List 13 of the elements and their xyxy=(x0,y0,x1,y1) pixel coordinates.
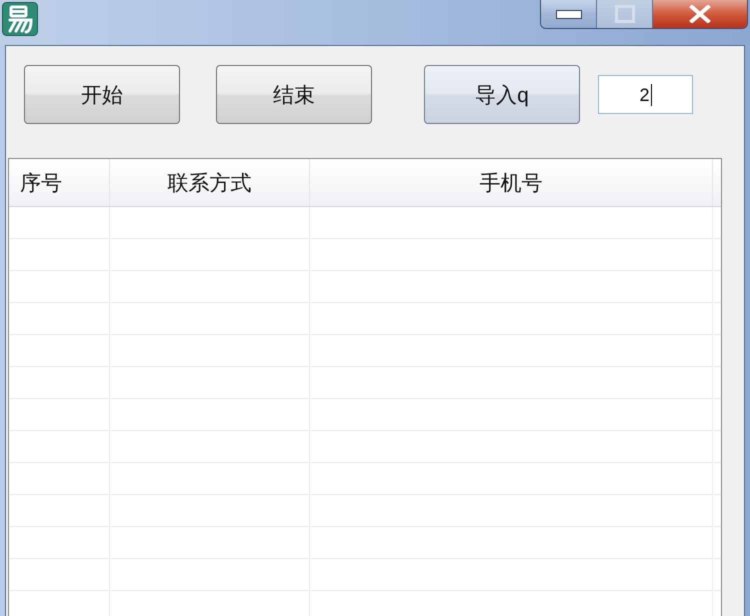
toolbar-button[interactable]: 导入q xyxy=(424,65,580,124)
close-icon xyxy=(689,5,711,23)
toolbar-button[interactable]: 结束 xyxy=(216,65,372,124)
column-header[interactable]: 联系方式 xyxy=(110,159,310,206)
input-field[interactable]: 2 xyxy=(598,75,693,114)
maximize-icon xyxy=(614,5,634,23)
minimize-icon xyxy=(556,10,582,18)
column-header[interactable]: 序号 xyxy=(9,159,110,206)
close-button[interactable] xyxy=(653,0,747,28)
toolbar-button[interactable]: 开始 xyxy=(24,65,180,124)
app-icon xyxy=(2,2,38,36)
minimize-button[interactable] xyxy=(541,0,597,28)
column-header[interactable]: 手机号 xyxy=(310,159,713,206)
